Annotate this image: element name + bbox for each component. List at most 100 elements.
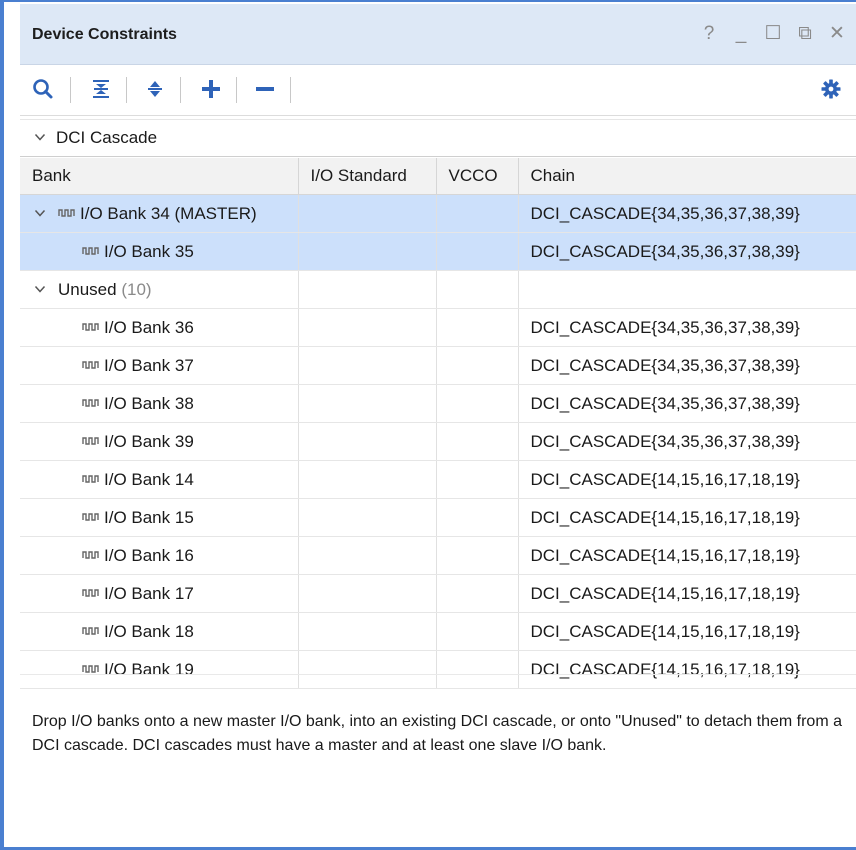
io-standard-cell xyxy=(298,422,437,461)
chain-cell: DCI_CASCADE{34,35,36,37,38,39} xyxy=(518,194,856,233)
table-row[interactable]: I/O Bank 34 (MASTER) DCI_CASCADE{34,35,3… xyxy=(20,194,856,233)
table-row[interactable]: I/O Bank 39 DCI_CASCADE{34,35,36,37,38,39… xyxy=(20,422,856,461)
bank-label: I/O Bank 14 xyxy=(104,470,194,489)
add-icon[interactable] xyxy=(196,74,226,104)
bank-label: I/O Bank 19 xyxy=(104,660,194,679)
chain-cell: DCI_CASCADE{14,15,16,17,18,19} xyxy=(518,574,856,613)
table-row[interactable]: I/O Bank 35 DCI_CASCADE{34,35,36,37,38,3… xyxy=(20,232,856,271)
table-row[interactable]: I/O Bank 15 DCI_CASCADE{14,15,16,17,18,19… xyxy=(20,498,856,537)
collapse-all-icon[interactable] xyxy=(86,74,116,104)
title-bar: Device Constraints ? _ ☐ ⧉ ✕ xyxy=(20,4,856,65)
chain-cell xyxy=(518,270,856,309)
io-standard-cell xyxy=(298,308,437,347)
vcco-cell xyxy=(436,194,519,233)
close-icon[interactable]: ✕ xyxy=(826,22,848,45)
table-row[interactable]: I/O Bank 38 DCI_CASCADE{34,35,36,37,38,39… xyxy=(20,384,856,423)
chain-cell: DCI_CASCADE{34,35,36,37,38,39} xyxy=(518,346,856,385)
help-icon[interactable]: ? xyxy=(698,23,720,45)
io-standard-cell xyxy=(298,194,437,233)
bank-label: I/O Bank 37 xyxy=(104,356,194,375)
chain-cell: DCI_CASCADE{14,15,16,17,18,19} xyxy=(518,536,856,575)
remove-icon[interactable] xyxy=(250,74,280,104)
settings-icon[interactable] xyxy=(816,74,846,104)
table-header: Bank I/O Standard VCCO Chain xyxy=(20,158,856,195)
help-text: Drop I/O banks onto a new master I/O ban… xyxy=(32,713,842,754)
io-bank-icon xyxy=(82,323,99,331)
io-bank-icon xyxy=(82,551,99,559)
io-bank-icon xyxy=(82,437,99,445)
unused-group-row[interactable]: Unused (10) xyxy=(20,270,856,309)
unused-label: Unused xyxy=(58,280,117,299)
chain-cell: DCI_CASCADE{34,35,36,37,38,39} xyxy=(518,384,856,423)
io-standard-cell xyxy=(298,536,437,575)
vcco-cell xyxy=(436,574,519,613)
vcco-cell xyxy=(436,612,519,651)
table-row[interactable]: I/O Bank 17 DCI_CASCADE{14,15,16,17,18,19… xyxy=(20,574,856,613)
panel-title: Device Constraints xyxy=(32,26,177,43)
unused-count: (10) xyxy=(121,280,152,299)
column-header-io-standard[interactable]: I/O Standard xyxy=(298,158,437,195)
io-standard-cell xyxy=(298,612,437,651)
column-header-vcco[interactable]: VCCO xyxy=(436,158,519,195)
chevron-down-icon[interactable] xyxy=(34,207,46,219)
chevron-down-icon xyxy=(34,133,46,141)
io-bank-icon xyxy=(82,589,99,597)
io-bank-icon xyxy=(82,665,99,673)
io-bank-icon xyxy=(82,475,99,483)
vcco-cell xyxy=(436,422,519,461)
bank-label: I/O Bank 36 xyxy=(104,318,194,337)
vcco-cell xyxy=(436,460,519,499)
bank-label: I/O Bank 17 xyxy=(104,584,194,603)
table-row[interactable]: I/O Bank 36 DCI_CASCADE{34,35,36,37,38,39… xyxy=(20,308,856,347)
io-bank-icon xyxy=(82,247,99,255)
unused-rows: I/O Bank 36 DCI_CASCADE{34,35,36,37,38,39… xyxy=(20,308,856,689)
divider xyxy=(20,674,856,675)
io-bank-icon xyxy=(82,513,99,521)
float-icon[interactable]: ⧉ xyxy=(794,23,816,45)
maximize-icon[interactable]: ☐ xyxy=(762,22,784,45)
chain-cell: DCI_CASCADE{34,35,36,37,38,39} xyxy=(518,308,856,347)
column-header-chain[interactable]: Chain xyxy=(518,158,856,195)
io-standard-cell xyxy=(298,650,437,689)
bank-label: I/O Bank 16 xyxy=(104,546,194,565)
search-icon[interactable] xyxy=(28,74,58,104)
vcco-cell xyxy=(436,536,519,575)
io-bank-icon xyxy=(82,399,99,407)
column-header-bank[interactable]: Bank xyxy=(20,158,299,195)
io-standard-cell xyxy=(298,460,437,499)
view-dropdown[interactable]: DCI Cascade xyxy=(20,119,856,157)
chain-cell: DCI_CASCADE{34,35,36,37,38,39} xyxy=(518,232,856,271)
io-bank-icon xyxy=(82,627,99,635)
vcco-cell xyxy=(436,498,519,537)
expand-all-icon[interactable] xyxy=(140,74,170,104)
table-row[interactable]: I/O Bank 14 DCI_CASCADE{14,15,16,17,18,19… xyxy=(20,460,856,499)
table-row[interactable]: I/O Bank 19 DCI_CASCADE{14,15,16,17,18,19… xyxy=(20,650,856,689)
vcco-cell xyxy=(436,384,519,423)
io-standard-cell xyxy=(298,346,437,385)
chain-cell: DCI_CASCADE{14,15,16,17,18,19} xyxy=(518,612,856,651)
table-row[interactable]: I/O Bank 37 DCI_CASCADE{34,35,36,37,38,39… xyxy=(20,346,856,385)
chain-cell: DCI_CASCADE{34,35,36,37,38,39} xyxy=(518,422,856,461)
toolbar xyxy=(20,65,856,116)
io-standard-cell xyxy=(298,574,437,613)
bank-label: I/O Bank 39 xyxy=(104,432,194,451)
vcco-cell xyxy=(436,270,519,309)
bank-label: I/O Bank 18 xyxy=(104,622,194,641)
device-constraints-panel: Device Constraints ? _ ☐ ⧉ ✕ DCI Cascade… xyxy=(0,0,856,850)
io-bank-icon xyxy=(82,361,99,369)
bank-label: I/O Bank 15 xyxy=(104,508,194,527)
bank-label: I/O Bank 34 (MASTER) xyxy=(80,204,257,223)
vcco-cell xyxy=(436,346,519,385)
bank-table: Bank I/O Standard VCCO Chain I/O Bank 34… xyxy=(20,158,856,689)
unused-group-label: Unused (10) xyxy=(58,280,152,300)
io-standard-cell xyxy=(298,270,437,309)
vcco-cell xyxy=(436,308,519,347)
vcco-cell xyxy=(436,232,519,271)
chevron-down-icon[interactable] xyxy=(34,283,46,295)
chain-cell: DCI_CASCADE{14,15,16,17,18,19} xyxy=(518,650,856,689)
table-row[interactable]: I/O Bank 18 DCI_CASCADE{14,15,16,17,18,19… xyxy=(20,612,856,651)
minimize-icon[interactable]: _ xyxy=(730,23,752,45)
table-row[interactable]: I/O Bank 16 DCI_CASCADE{14,15,16,17,18,19… xyxy=(20,536,856,575)
io-bank-icon xyxy=(58,209,75,217)
chain-cell: DCI_CASCADE{14,15,16,17,18,19} xyxy=(518,498,856,537)
